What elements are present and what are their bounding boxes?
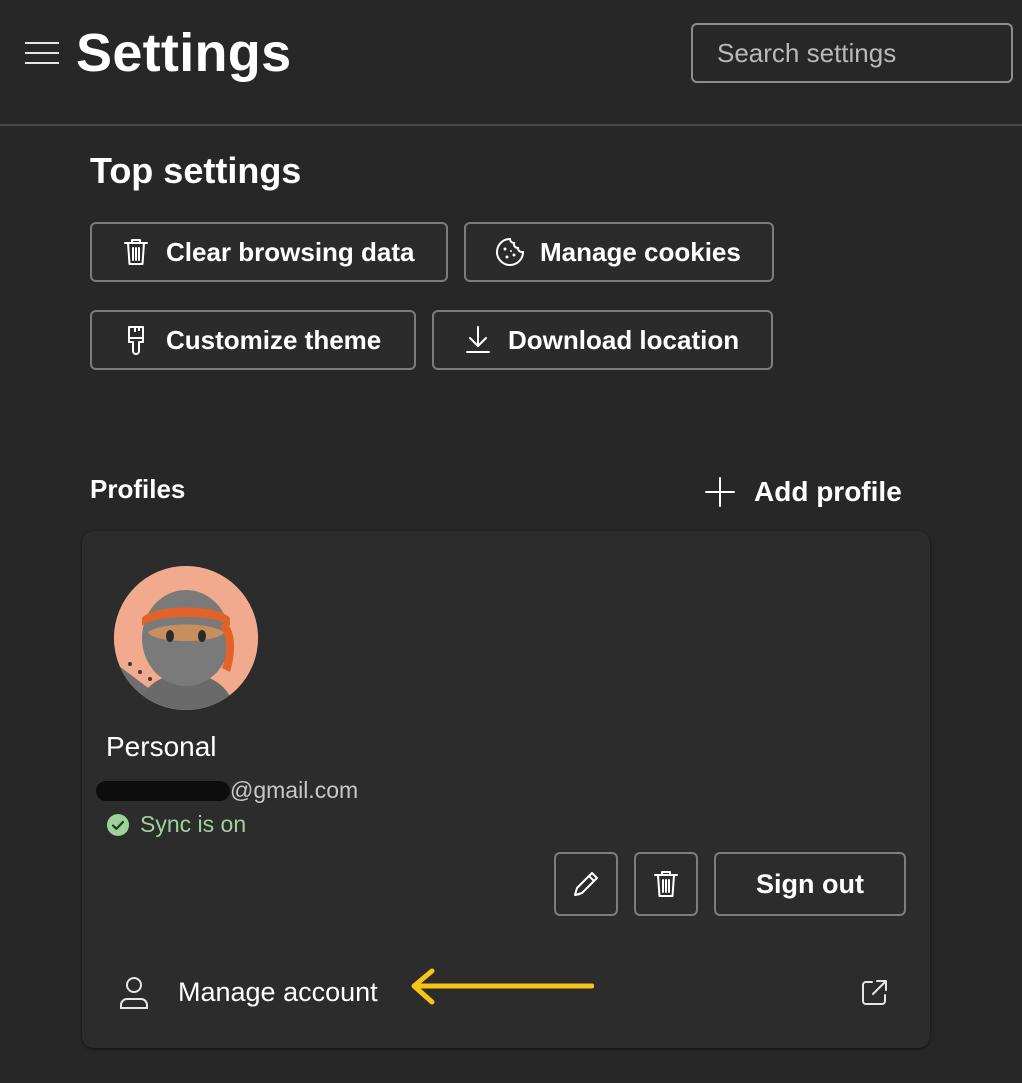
search-box[interactable] xyxy=(691,23,1013,83)
person-icon xyxy=(120,977,148,1009)
ninja-avatar-icon xyxy=(114,566,258,710)
manage-account-row[interactable]: Manage account xyxy=(82,951,930,1037)
sync-status: Sync is on xyxy=(106,811,246,838)
download-location-button[interactable]: Download location xyxy=(432,310,773,370)
profiles-heading: Profiles xyxy=(90,474,186,504)
page-title: Settings xyxy=(76,23,292,83)
header-bar: Settings xyxy=(0,0,1022,126)
customize-theme-button[interactable]: Customize theme xyxy=(90,310,416,370)
add-profile-label: Add profile xyxy=(754,476,902,507)
avatar xyxy=(114,566,258,710)
trash-icon xyxy=(120,236,152,268)
sign-out-button[interactable]: Sign out xyxy=(714,852,906,916)
cookie-icon xyxy=(494,236,526,268)
sync-status-label: Sync is on xyxy=(140,811,247,837)
profile-name: Personal xyxy=(106,731,217,762)
plus-icon xyxy=(705,477,735,507)
profile-email: @gmail.com xyxy=(96,777,358,804)
delete-profile-button[interactable] xyxy=(634,852,698,916)
download-location-label: Download location xyxy=(508,324,740,355)
check-circle-icon xyxy=(107,813,129,836)
profile-card: Personal @gmail.com Sync is on Sign out … xyxy=(82,531,930,1048)
annotation-arrow xyxy=(411,968,594,1005)
clear-browsing-data-button[interactable]: Clear browsing data xyxy=(90,222,448,282)
search-input[interactable] xyxy=(693,25,1011,81)
manage-account-label: Manage account xyxy=(178,977,378,1007)
pencil-icon xyxy=(574,872,598,896)
email-domain: @gmail.com xyxy=(230,777,359,803)
manage-cookies-button[interactable]: Manage cookies xyxy=(464,222,774,282)
customize-theme-label: Customize theme xyxy=(166,324,382,355)
edit-profile-button[interactable] xyxy=(554,852,618,916)
menu-icon[interactable] xyxy=(25,40,59,66)
paintbrush-icon xyxy=(120,324,152,356)
manage-cookies-label: Manage cookies xyxy=(540,236,741,267)
download-icon xyxy=(462,324,494,356)
trash-icon xyxy=(654,871,678,897)
redacted-email-username xyxy=(96,780,230,801)
add-profile-button[interactable]: Add profile xyxy=(704,472,902,512)
top-settings-heading: Top settings xyxy=(90,150,302,191)
clear-browsing-data-label: Clear browsing data xyxy=(166,236,415,267)
external-link-icon[interactable] xyxy=(858,977,890,1009)
